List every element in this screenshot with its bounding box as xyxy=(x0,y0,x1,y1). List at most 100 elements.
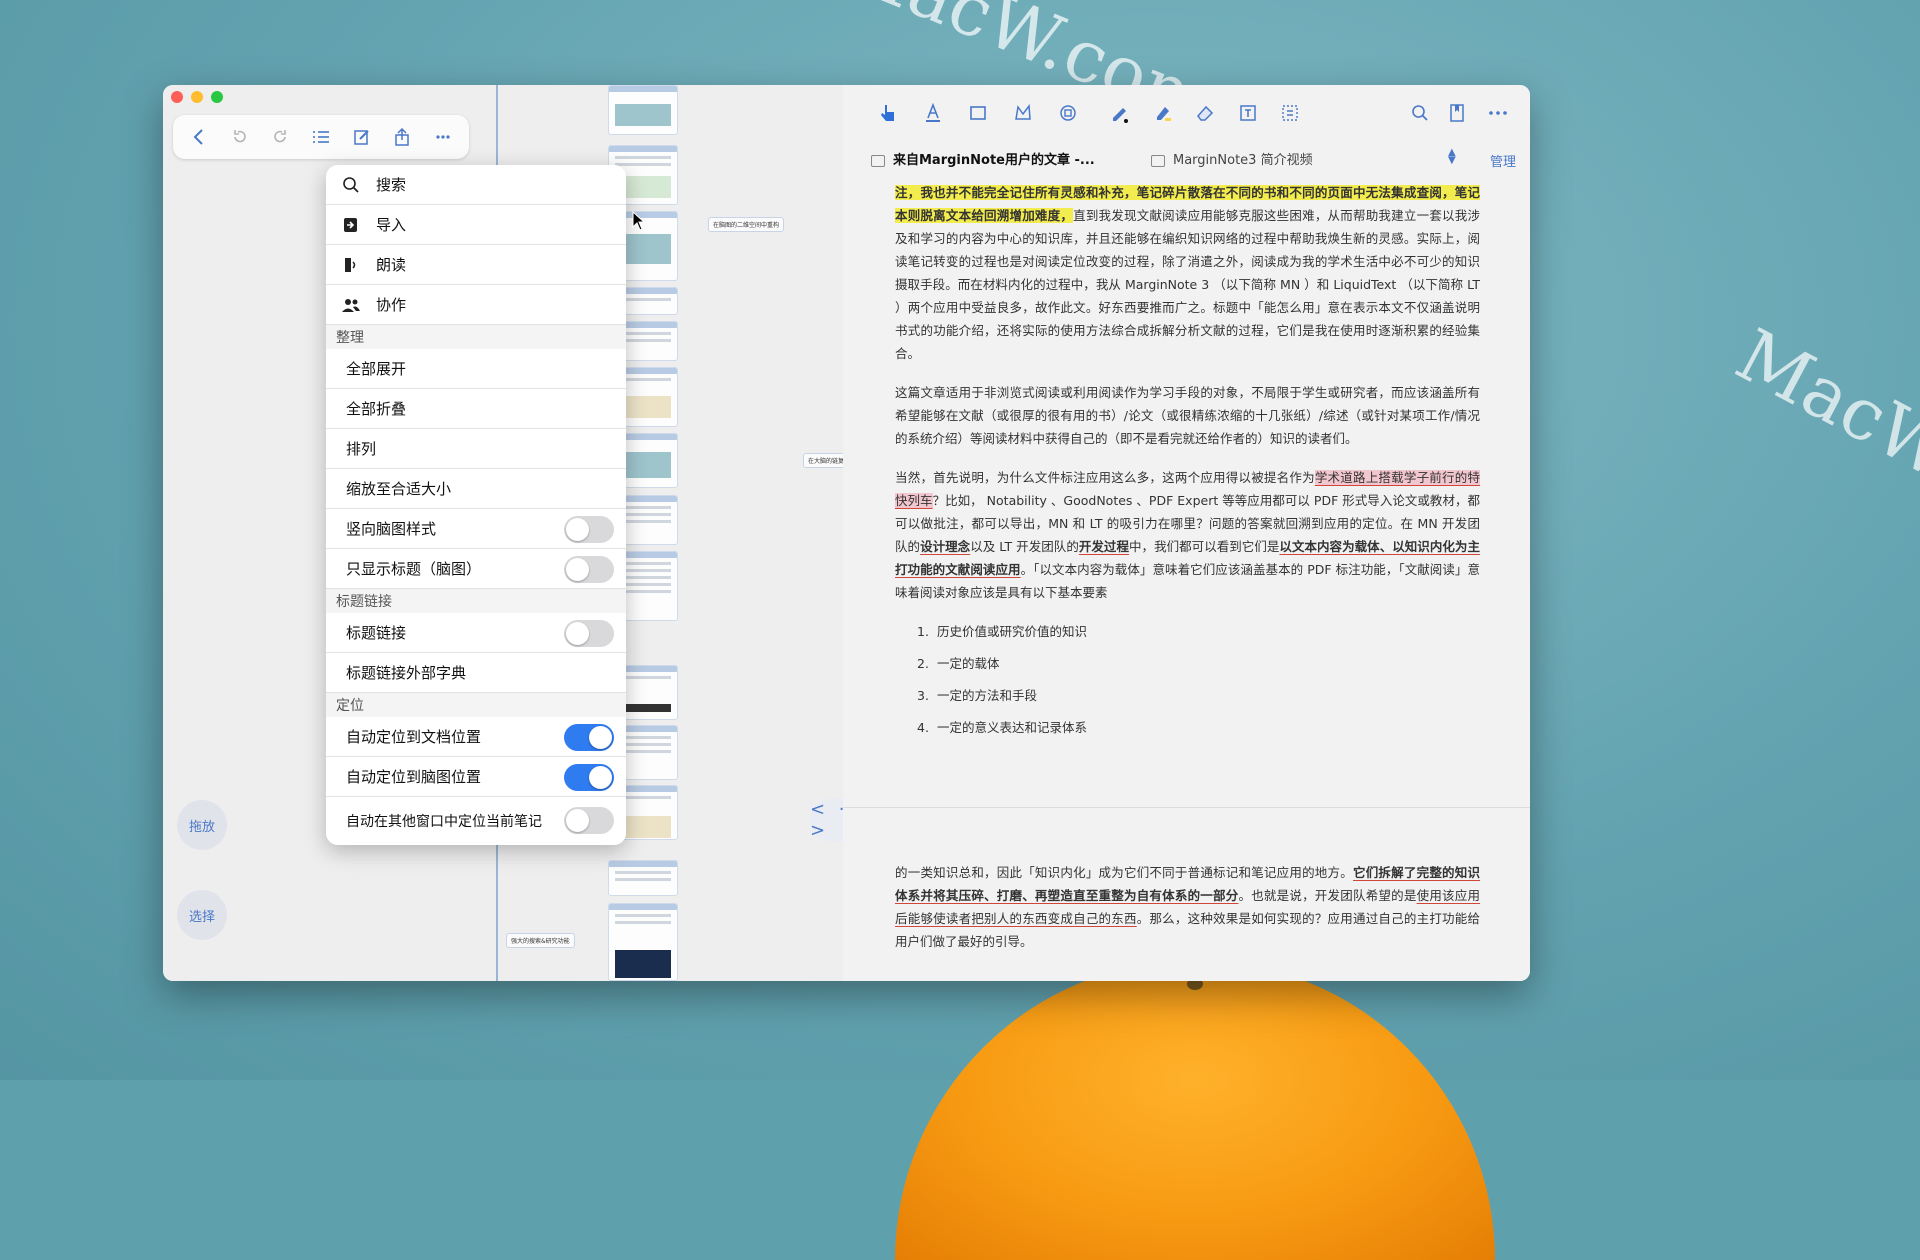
menu-read-aloud[interactable]: 朗读 xyxy=(326,245,626,285)
document-content: 注，我也并不能完全记住所有灵感和补充，笔记碎片散落在不同的书和不同的页面中无法集… xyxy=(895,181,1480,748)
paragraph: 这篇文章适用于非浏览式阅读或利用阅读作为学习手段的对象，不局限于学生或研究者，而… xyxy=(895,385,1480,446)
mindmap-pane: 在脑图的二维空间中重构 在大脑的链复点 强大的搜索&研究功能 拖放 选择 < ·… xyxy=(163,85,870,981)
zoom-button[interactable] xyxy=(211,91,223,103)
list-number: 4. xyxy=(917,720,929,735)
minimize-button[interactable] xyxy=(191,91,203,103)
vertical-mindmap-toggle[interactable] xyxy=(564,516,614,543)
close-button[interactable] xyxy=(171,91,183,103)
paragraph-text: 。也就是说，开发团队希望的是 xyxy=(1238,888,1417,903)
undo-icon[interactable] xyxy=(227,124,253,150)
list-item: 1. 历史价值或研究价值的知识 xyxy=(917,620,1480,643)
textbox-icon[interactable] xyxy=(1236,101,1260,125)
tab-video[interactable]: MarginNote3 简介视频 xyxy=(1151,149,1313,168)
menu-collapse-all[interactable]: 全部折叠 xyxy=(326,389,626,429)
search-icon xyxy=(340,176,362,194)
read-aloud-icon xyxy=(340,256,362,274)
document-pane: 来自MarginNote用户的文章 -... MarginNote3 简介视频 … xyxy=(843,85,1530,981)
pen-icon[interactable] xyxy=(1108,101,1132,125)
page-thumbnail[interactable] xyxy=(608,903,678,981)
search-icon[interactable] xyxy=(1408,101,1432,125)
drag-drop-button[interactable]: 拖放 xyxy=(177,800,227,850)
menu-expand-all[interactable]: 全部展开 xyxy=(326,349,626,389)
list-text: 一定的意义表达和记录体系 xyxy=(937,720,1088,735)
auto-locate-other-toggle[interactable] xyxy=(564,807,614,834)
mindmap-node[interactable]: 在脑图的二维空间中重构 xyxy=(708,217,785,232)
paragraph: 注，我也并不能完全记住所有灵感和补充，笔记碎片散落在不同的书和不同的页面中无法集… xyxy=(895,181,1480,365)
list-number: 2. xyxy=(917,656,929,671)
titles-only-toggle[interactable] xyxy=(564,556,614,583)
list-item: 3. 一定的方法和手段 xyxy=(917,684,1480,707)
rect-select-icon[interactable] xyxy=(966,101,990,125)
menu-label: 标题链接 xyxy=(346,624,407,642)
more-icon[interactable] xyxy=(430,124,456,150)
tab-article[interactable]: 来自MarginNote用户的文章 -... xyxy=(871,149,1095,168)
menu-titles-only: 只显示标题（脑图） xyxy=(326,549,626,589)
menu-label: 全部展开 xyxy=(346,360,407,378)
list-text: 一定的载体 xyxy=(937,656,1000,671)
section-locate: 定位 xyxy=(336,698,364,714)
menu-label: 协作 xyxy=(376,296,407,314)
menu-label: 竖向脑图样式 xyxy=(346,520,437,538)
menu-label: 全部折叠 xyxy=(346,400,407,418)
mindmap-node[interactable]: 强大的搜索&研究功能 xyxy=(506,933,575,948)
underlined-text[interactable]: 设计理念 xyxy=(920,539,970,554)
menu-label: 自动在其他窗口中定位当前笔记 xyxy=(346,814,542,830)
underlined-text[interactable]: 开发过程 xyxy=(1079,539,1129,554)
menu-label: 标题链接外部字典 xyxy=(346,664,467,682)
text-highlight-icon[interactable] xyxy=(921,101,945,125)
select-button[interactable]: 选择 xyxy=(177,890,227,940)
menu-auto-locate-doc: 自动定位到文档位置 xyxy=(326,717,626,757)
lasso-icon[interactable] xyxy=(1011,101,1035,125)
menu-label: 导入 xyxy=(376,216,407,234)
manage-button[interactable]: 管理 xyxy=(1490,151,1516,170)
edit-icon[interactable] xyxy=(349,124,375,150)
outline-list-icon[interactable] xyxy=(308,124,334,150)
menu-arrange[interactable]: 排列 xyxy=(326,429,626,469)
menu-label: 自动定位到文档位置 xyxy=(346,728,482,746)
menu-auto-locate-other: 自动在其他窗口中定位当前笔记 xyxy=(326,797,626,845)
menu-label: 自动定位到脑图位置 xyxy=(346,768,482,786)
menu-label: 搜索 xyxy=(376,176,407,194)
menu-collaborate[interactable]: 协作 xyxy=(326,285,626,325)
document-toolbar xyxy=(843,85,1530,141)
tab-label: MarginNote3 简介视频 xyxy=(1173,153,1313,168)
menu-import[interactable]: 导入 xyxy=(326,205,626,245)
paragraph-text: 直到我发现文献阅读应用能够克服这些困难，从而帮助我建立一套以我涉及和学习的内容为… xyxy=(895,208,1480,361)
paragraph-text: 中，我们都可以看到它们是 xyxy=(1129,539,1280,554)
menu-title-link-dictionary[interactable]: 标题链接外部字典 xyxy=(326,653,626,693)
title-link-toggle[interactable] xyxy=(564,620,614,647)
paragraph-text: 的一类知识总和，因此「知识内化」成为它们不同于普通标记和笔记应用的地方。 xyxy=(895,865,1353,880)
list-item: 2. 一定的载体 xyxy=(917,652,1480,675)
menu-title-link: 标题链接 xyxy=(326,613,626,653)
left-toolbar xyxy=(173,115,469,159)
auto-locate-mindmap-toggle[interactable] xyxy=(564,764,614,791)
window-controls xyxy=(171,91,223,103)
app-window: 在脑图的二维空间中重构 在大脑的链复点 强大的搜索&研究功能 拖放 选择 < ·… xyxy=(163,85,1530,981)
document-tabs: 来自MarginNote用户的文章 -... MarginNote3 简介视频 … xyxy=(843,147,1530,173)
menu-zoom-to-fit[interactable]: 缩放至合适大小 xyxy=(326,469,626,509)
menu-auto-locate-mindmap: 自动定位到脑图位置 xyxy=(326,757,626,797)
list-text: 历史价值或研究价值的知识 xyxy=(937,624,1088,639)
auto-locate-doc-toggle[interactable] xyxy=(564,724,614,751)
section-organize: 整理 xyxy=(336,330,364,346)
tab-label: 来自MarginNote用户的文章 -... xyxy=(893,153,1095,168)
tab-sort-icon[interactable]: ▲ ▼ xyxy=(1448,148,1456,166)
hand-pointer-icon[interactable] xyxy=(876,101,900,125)
more-icon[interactable] xyxy=(1486,101,1510,125)
frame-select-icon[interactable] xyxy=(1278,101,1302,125)
page-thumbnail[interactable] xyxy=(608,860,678,896)
highlighter-icon[interactable] xyxy=(1151,101,1175,125)
video-icon xyxy=(1151,154,1165,167)
paragraph-text: 当然，首先说明，为什么文件标注应用这么多，这两个应用得以被提名作为 xyxy=(895,470,1315,485)
menu-search[interactable]: 搜索 xyxy=(326,165,626,205)
redo-icon[interactable] xyxy=(267,124,293,150)
page-thumbnail[interactable] xyxy=(608,85,678,135)
back-icon[interactable] xyxy=(186,124,212,150)
collaborate-icon xyxy=(340,297,362,313)
eraser-icon[interactable] xyxy=(1193,101,1217,125)
menu-label: 排列 xyxy=(346,440,377,458)
crop-icon[interactable] xyxy=(1056,101,1080,125)
bookmark-icon[interactable] xyxy=(1445,101,1469,125)
share-icon[interactable] xyxy=(389,124,415,150)
section-title-link: 标题链接 xyxy=(336,594,392,610)
